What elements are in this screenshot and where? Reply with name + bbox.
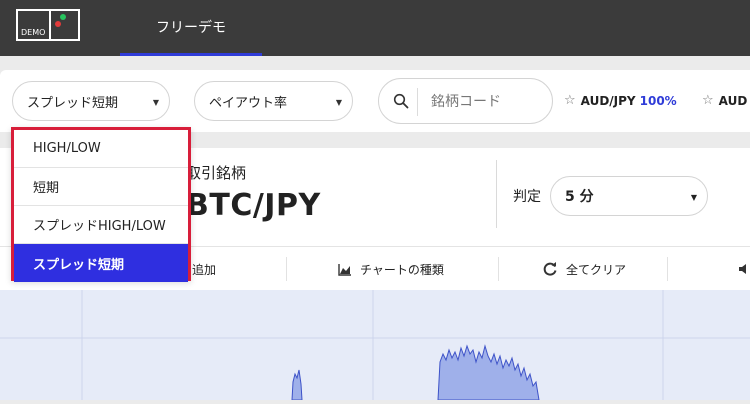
favorite-item[interactable]: ☆ AUD: [702, 93, 747, 108]
dropdown-item-spread-short-term[interactable]: スプレッド短期: [14, 244, 188, 282]
judge-time-select[interactable]: 5 分 ▼: [550, 176, 708, 216]
judge-time-value: 5 分: [565, 189, 594, 205]
dropdown-item-spread-high-low[interactable]: スプレッドHIGH/LOW: [14, 206, 188, 244]
favorite-item[interactable]: ☆ AUD/JPY 100%: [564, 93, 677, 108]
price-area: [291, 369, 303, 401]
tab-free-demo[interactable]: フリーデモ: [120, 0, 262, 56]
favorite-symbol: AUD: [718, 93, 748, 108]
current-symbol: BTC/JPY: [186, 188, 321, 223]
price-chart-svg: [0, 290, 750, 401]
search-divider: [417, 88, 418, 116]
clear-all-label: 全てクリア: [566, 262, 627, 277]
filter-bar: スプレッド短期 ▼ ペイアウト率 ▼ ☆ AUD/JPY 100% ☆ AUD: [0, 70, 750, 132]
demo-logo[interactable]: DEMO: [16, 9, 80, 41]
chart-type-icon: [338, 263, 351, 276]
refresh-icon: [543, 262, 557, 276]
logo-text: DEMO: [21, 28, 46, 37]
judge-label: 判定: [513, 189, 541, 205]
trade-type-select[interactable]: スプレッド短期 ▼: [12, 81, 170, 121]
chevron-down-icon: ▼: [152, 98, 159, 107]
price-area: [437, 344, 540, 401]
search-input[interactable]: [429, 89, 543, 115]
chart-type-label: チャートの種類: [360, 262, 444, 277]
price-chart[interactable]: [0, 290, 750, 401]
add-button[interactable]: 追加: [192, 247, 216, 291]
toolbar-divider: [667, 257, 668, 281]
search-box[interactable]: [378, 78, 553, 124]
chart-type-button[interactable]: チャートの種類: [338, 247, 444, 291]
logo-dot-green: [60, 14, 66, 20]
symbol-label: 取引銘柄: [186, 164, 247, 182]
search-icon: [393, 93, 409, 109]
trade-type-dropdown: HIGH/LOW 短期 スプレッドHIGH/LOW スプレッド短期: [11, 127, 191, 282]
toolbar-divider: [498, 257, 499, 281]
panel-divider: [496, 160, 497, 228]
logo-dot-red: [55, 21, 61, 27]
add-label: 追加: [192, 262, 217, 277]
top-bar: DEMO フリーデモ: [0, 0, 750, 56]
star-icon[interactable]: ☆: [564, 93, 576, 108]
dropdown-item-high-low[interactable]: HIGH/LOW: [14, 130, 188, 168]
chevron-down-icon: ▼: [335, 98, 342, 107]
clear-all-button[interactable]: 全てクリア: [542, 247, 626, 291]
payout-select[interactable]: ペイアウト率 ▼: [194, 81, 353, 121]
star-icon[interactable]: ☆: [702, 93, 714, 108]
sound-button[interactable]: [738, 247, 750, 291]
trade-type-value: スプレッド短期: [27, 95, 119, 111]
logo-divider: [49, 11, 51, 39]
payout-value: ペイアウト率: [209, 95, 288, 111]
favorite-payout: 100%: [639, 93, 677, 108]
chevron-down-icon: ▼: [690, 193, 697, 202]
toolbar-divider: [286, 257, 287, 281]
favorite-symbol: AUD/JPY: [580, 93, 636, 108]
speaker-icon: [739, 264, 746, 274]
dropdown-item-short-term[interactable]: 短期: [14, 168, 188, 206]
